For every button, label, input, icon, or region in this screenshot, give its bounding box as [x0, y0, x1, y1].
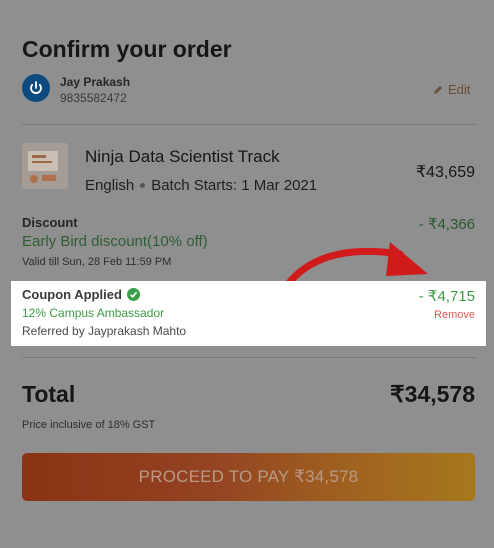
- coupon-section: Coupon Applied 12% Campus Ambassador Ref…: [11, 281, 486, 346]
- check-circle-icon: [126, 288, 140, 301]
- divider: [22, 357, 476, 358]
- remove-coupon-button[interactable]: Remove: [434, 309, 475, 321]
- user-phone: 9835582472: [60, 91, 127, 105]
- course-price: ₹43,659: [415, 164, 475, 181]
- course-thumbnail: [22, 143, 68, 189]
- course-name: Ninja Data Scientist Track: [85, 147, 280, 166]
- page-title: Confirm your order: [22, 36, 232, 62]
- course-language: English: [85, 177, 135, 194]
- edit-button[interactable]: Edit: [433, 82, 470, 97]
- discount-label: Discount: [22, 215, 78, 230]
- coupon-code: 12% Campus Ambassador: [22, 306, 165, 320]
- total-value: ₹34,578: [390, 381, 475, 407]
- pencil-icon: [434, 85, 442, 94]
- edit-label: Edit: [448, 82, 471, 97]
- coupon-label: Coupon Applied: [22, 287, 122, 302]
- discount-validity: Valid till Sun, 28 Feb 11:59 PM: [22, 256, 172, 268]
- user-name: Jay Prakash: [60, 75, 131, 89]
- coupon-amount: - ₹4,715: [418, 288, 475, 305]
- gst-note: Price inclusive of 18% GST: [22, 419, 156, 431]
- coupon-referral: Referred by Jayprakash Mahto: [22, 324, 187, 338]
- coupon-label-row: Coupon Applied: [22, 287, 140, 302]
- discount-amount: - ₹4,366: [418, 216, 475, 233]
- user-avatar: [22, 74, 50, 102]
- course-illustration-icon: [28, 151, 58, 183]
- discount-name: Early Bird discount(10% off): [22, 233, 208, 250]
- proceed-to-pay-button[interactable]: PROCEED TO PAY ₹34,578: [22, 453, 475, 501]
- power-icon: [27, 79, 45, 97]
- order-confirmation-card: Confirm your order Jay Prakash 983558247…: [0, 0, 494, 548]
- total-label: Total: [22, 381, 76, 407]
- separator-dot: [140, 183, 146, 188]
- course-meta: English Batch Starts: 1 Mar 2021: [85, 177, 317, 194]
- course-batch: Batch Starts: 1 Mar 2021: [151, 177, 318, 194]
- divider: [22, 124, 476, 125]
